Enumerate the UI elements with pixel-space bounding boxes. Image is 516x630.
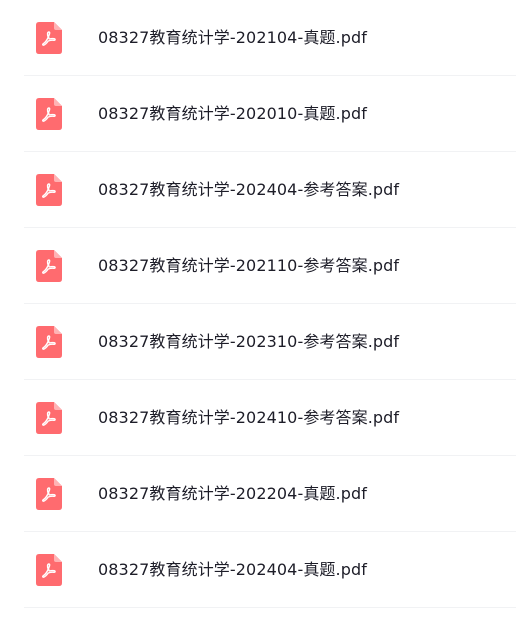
file-row[interactable]: 08327教育统计学-202110-参考答案.pdf bbox=[0, 228, 516, 304]
pdf-icon bbox=[36, 22, 62, 54]
file-name: 08327教育统计学-202404-参考答案.pdf bbox=[98, 180, 400, 199]
file-name: 08327教育统计学-202310-参考答案.pdf bbox=[98, 332, 400, 351]
pdf-icon bbox=[36, 478, 62, 510]
file-row[interactable]: 08327教育统计学-202204-真题.pdf bbox=[0, 456, 516, 532]
file-name: 08327教育统计学-202110-参考答案.pdf bbox=[98, 256, 400, 275]
file-row[interactable]: 08327教育统计学-202310-参考答案.pdf bbox=[0, 304, 516, 380]
file-list: 08327教育统计学-202104-真题.pdf 08327教育统计学-2020… bbox=[0, 0, 516, 608]
pdf-icon bbox=[36, 98, 62, 130]
file-row[interactable]: 08327教育统计学-202404-参考答案.pdf bbox=[0, 152, 516, 228]
file-row[interactable]: 08327教育统计学-202104-真题.pdf bbox=[0, 0, 516, 76]
pdf-icon bbox=[36, 402, 62, 434]
pdf-icon bbox=[36, 174, 62, 206]
file-name: 08327教育统计学-202410-参考答案.pdf bbox=[98, 408, 400, 427]
file-row[interactable]: 08327教育统计学-202404-真题.pdf bbox=[0, 532, 516, 608]
file-name: 08327教育统计学-202010-真题.pdf bbox=[98, 104, 367, 123]
file-name: 08327教育统计学-202404-真题.pdf bbox=[98, 560, 367, 579]
file-name: 08327教育统计学-202204-真题.pdf bbox=[98, 484, 367, 503]
file-row[interactable]: 08327教育统计学-202410-参考答案.pdf bbox=[0, 380, 516, 456]
file-row[interactable]: 08327教育统计学-202010-真题.pdf bbox=[0, 76, 516, 152]
pdf-icon bbox=[36, 250, 62, 282]
file-name: 08327教育统计学-202104-真题.pdf bbox=[98, 28, 367, 47]
pdf-icon bbox=[36, 554, 62, 586]
pdf-icon bbox=[36, 326, 62, 358]
